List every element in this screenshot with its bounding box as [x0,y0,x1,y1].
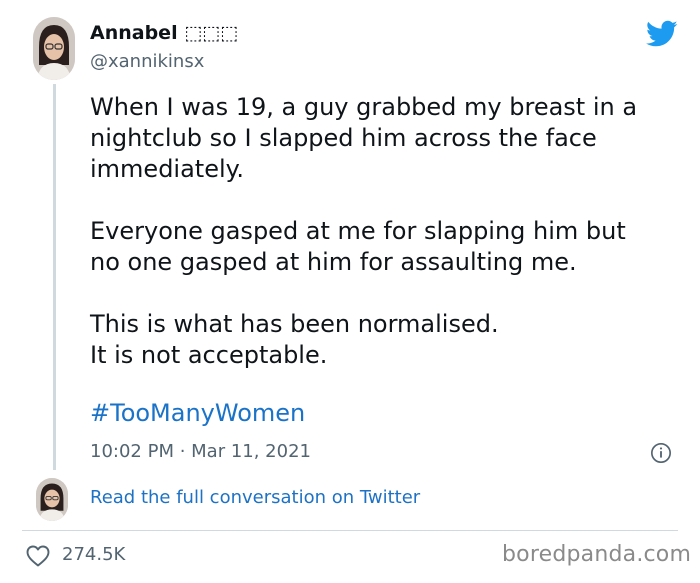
tweet-line: immediately. [90,155,245,183]
watermark: boredpanda.com [502,542,692,567]
tweet-line: When I was 19, a guy grabbed my breast i… [90,93,638,121]
read-conversation-link[interactable]: Read the full conversation on Twitter [90,487,420,508]
author-name[interactable]: Annabel ⬚⬚⬚ [90,22,238,44]
like-count[interactable]: 274.5K [62,544,125,565]
tweet-timestamp[interactable]: 10:02 PM · Mar 11, 2021 [90,441,311,462]
thread-line [53,84,56,470]
tweet-line: nightclub so I slapped him across the fa… [90,124,597,152]
tweet-line: Everyone gasped at me for slapping him b… [90,217,626,245]
heart-icon[interactable] [26,545,50,567]
avatar-small[interactable] [36,478,68,521]
author-handle[interactable]: @xannikinsx [90,51,204,72]
tweet-paragraph: Everyone gasped at me for slapping him b… [90,216,680,278]
divider [22,530,678,531]
tweet-card: Annabel ⬚⬚⬚ @xannikinsx When I was 19, a… [0,0,700,583]
tweet-text: When I was 19, a guy grabbed my breast i… [90,92,680,185]
tweet-line: This is what has been normalised. [90,310,499,338]
tweet-line: no one gasped at him for assaulting me. [90,248,577,276]
tweet-paragraph: This is what has been normalised. It is … [90,309,680,371]
avatar-photo [36,478,68,521]
info-icon[interactable] [650,442,672,464]
twitter-bird-icon[interactable] [646,20,678,48]
hashtag-link[interactable]: #TooManyWomen [90,399,305,427]
tweet-line: It is not acceptable. [90,341,328,369]
avatar[interactable] [33,17,75,80]
avatar-photo [33,17,75,80]
